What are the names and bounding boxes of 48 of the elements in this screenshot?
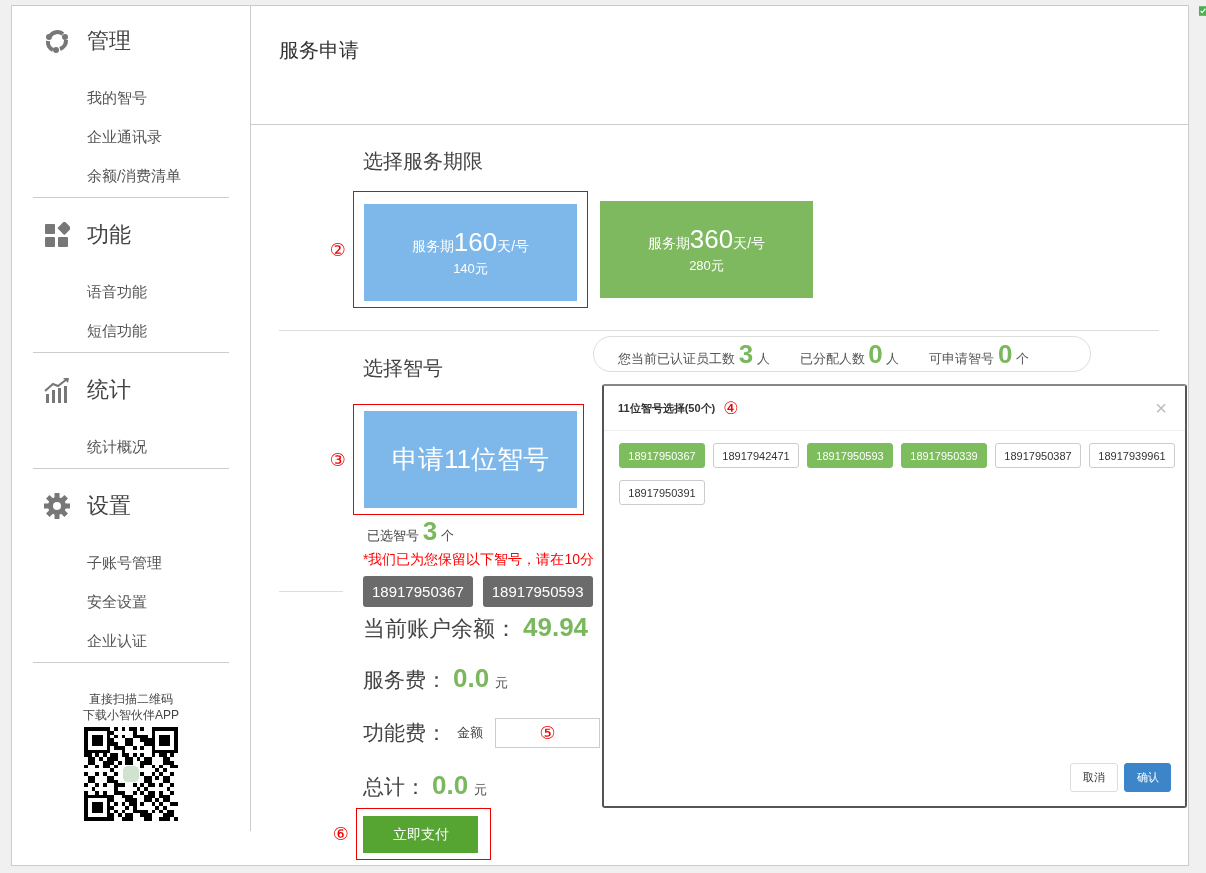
qr-caption: 直接扫描二维码: [89, 691, 173, 707]
section-heading: 选择智号: [363, 356, 443, 381]
sidebar-section-title: 功能: [87, 221, 131, 249]
cancel-button[interactable]: 取消: [1070, 763, 1118, 792]
qr-caption: 下载小智伙伴APP: [83, 707, 179, 723]
sidebar-item[interactable]: 余额/消费清单: [87, 156, 182, 195]
stat-text: 已分配人数 0 人: [799, 338, 900, 370]
sidebar-section-title: 设置: [87, 492, 131, 520]
balance-text: 当前账户余额： 49.94: [363, 611, 589, 644]
annotation-marker: ③: [329, 448, 346, 471]
check-icon: [1199, 5, 1206, 17]
sidebar-item[interactable]: 语音功能: [87, 272, 147, 311]
blocks-icon: [44, 222, 70, 248]
annotation-marker: ④: [723, 397, 739, 419]
number-tag: 18917950593: [482, 576, 593, 607]
annotation-marker: ⑥: [332, 823, 349, 845]
sidebar-item[interactable]: 短信功能: [87, 311, 147, 350]
total-text: 总计： 0.0 元: [363, 769, 487, 802]
service-fee-text: 服务费： 0.0 元: [363, 662, 508, 695]
number-option[interactable]: 18917950391: [619, 480, 705, 505]
section-heading: 选择服务期限: [363, 149, 484, 174]
annotation-marker: ⑤: [539, 723, 556, 743]
annotation-marker: ②: [329, 238, 346, 261]
sidebar-section-title: 统计: [87, 376, 131, 404]
stat-text: 您当前已认证员工数 3 人: [618, 338, 770, 370]
sidebar-item[interactable]: 我的智号: [87, 78, 147, 117]
number-option[interactable]: 18917950387: [995, 443, 1081, 468]
stat-text: 可申请智号 0 个: [929, 338, 1030, 370]
page-title: 服务申请: [278, 38, 360, 63]
settings-icon: [44, 493, 70, 519]
sidebar-item[interactable]: 企业通讯录: [87, 117, 162, 156]
sidebar-item[interactable]: 子账号管理: [87, 543, 162, 582]
sidebar-item[interactable]: 统计概况: [87, 427, 147, 466]
notice-text: *我们已为您保留以下智号，请在10分: [363, 550, 596, 568]
confirm-button[interactable]: 确认: [1124, 763, 1171, 792]
sidebar-item[interactable]: 安全设置: [87, 582, 147, 621]
sidebar-section-title: 管理: [87, 27, 131, 55]
number-option[interactable]: 18917939961: [1089, 443, 1175, 468]
selected-count-text: 已选智号 3 个: [367, 517, 455, 548]
sidebar-item[interactable]: 企业认证: [87, 621, 147, 660]
cycle-icon: [44, 28, 70, 54]
chart-icon: [44, 377, 70, 403]
dialog-title: 11位智号选择(50个): [618, 400, 716, 416]
amount-label: 金额: [457, 724, 483, 742]
number-tag: 18917950367: [363, 576, 473, 607]
amount-field[interactable]: ⑤: [495, 718, 600, 748]
number-option[interactable]: 18917942471: [713, 443, 799, 468]
function-fee-label: 功能费：: [363, 720, 447, 746]
